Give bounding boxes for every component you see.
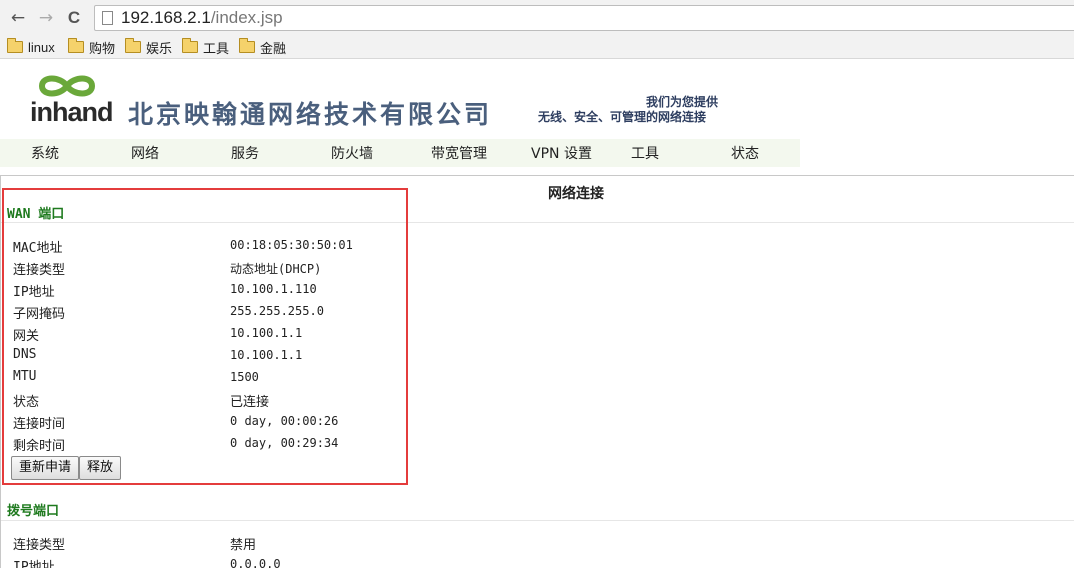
dialup-label-conn-type: 连接类型 (13, 538, 66, 553)
slogan-line-2: 无线、安全、可管理的网络连接 (538, 110, 707, 124)
menu-services[interactable]: 服务 (231, 143, 259, 163)
dialup-value-conn-type: 禁用 (230, 538, 257, 553)
divider (1, 520, 1074, 521)
bookmark-label: 娱乐 (146, 40, 173, 56)
url-host: 192.168.2.1 (121, 8, 211, 27)
folder-icon (68, 38, 84, 53)
url-path: /index.jsp (210, 8, 283, 27)
wan-value-remaining-time: 0 day, 00:29:34 (230, 436, 339, 450)
wan-label-conn-time: 连接时间 (13, 417, 66, 432)
bookmark-entertainment[interactable]: 娱乐 (125, 38, 172, 56)
wan-value-conn-time: 0 day, 00:00:26 (230, 414, 339, 428)
address-bar[interactable]: 192.168.2.1/index.jsp (94, 5, 1074, 31)
bookmark-linux[interactable]: linux (7, 38, 55, 56)
wan-label-remaining-time: 剩余时间 (13, 439, 66, 454)
folder-icon (239, 38, 255, 53)
menu-tools[interactable]: 工具 (631, 143, 659, 163)
bookmark-shopping[interactable]: 购物 (68, 38, 115, 56)
reload-icon[interactable]: C (64, 8, 84, 28)
wan-label-dns: DNS (13, 347, 37, 362)
bookmarks-bar: linux 购物 娱乐 工具 金融 (0, 35, 1074, 59)
dialup-label-ip: IP地址 (13, 560, 55, 568)
renew-button[interactable]: 重新申请 (11, 456, 80, 480)
bookmark-label: 工具 (203, 40, 230, 56)
wan-label-mac: MAC地址 (13, 241, 63, 256)
bookmark-finance[interactable]: 金融 (239, 38, 286, 56)
content-panel: 网络连接 WAN 端口 MAC地址 00:18:05:30:50:01 连接类型… (0, 175, 1074, 568)
wan-label-conn-type: 连接类型 (13, 263, 66, 278)
back-arrow-icon[interactable]: ← (8, 8, 28, 28)
wan-label-ip: IP地址 (13, 285, 55, 300)
wan-value-dns: 10.100.1.1 (230, 348, 303, 362)
bookmark-label: 金融 (260, 40, 287, 56)
menu-bandwidth[interactable]: 带宽管理 (431, 143, 487, 163)
forward-arrow-icon[interactable]: → (36, 8, 56, 28)
menu-system[interactable]: 系统 (31, 143, 59, 163)
menu-status[interactable]: 状态 (731, 143, 759, 163)
wan-value-mac: 00:18:05:30:50:01 (230, 238, 353, 252)
wan-label-netmask: 子网掩码 (13, 307, 66, 322)
url-text: 192.168.2.1/index.jsp (121, 8, 283, 28)
bookmark-label: linux (28, 39, 55, 55)
wan-label-mtu: MTU (13, 369, 37, 384)
page-icon (102, 11, 113, 25)
company-logo: inhand (30, 72, 113, 132)
menu-network[interactable]: 网络 (131, 143, 159, 163)
dialup-section-title: 拨号端口 (7, 504, 60, 519)
wan-label-gateway: 网关 (13, 329, 40, 344)
wan-value-mtu: 1500 (230, 370, 259, 384)
folder-icon (125, 38, 141, 53)
main-menu: 系统 网络 服务 防火墙 带宽管理 VPN 设置 工具 状态 (0, 139, 800, 167)
wan-value-netmask: 255.255.255.0 (230, 304, 324, 318)
wan-value-gateway: 10.100.1.1 (230, 326, 303, 340)
folder-icon (182, 38, 198, 53)
browser-toolbar: ← → C 192.168.2.1/index.jsp (0, 0, 1074, 35)
wan-value-conn-type: 动态地址(DHCP) (230, 262, 322, 276)
menu-firewall[interactable]: 防火墙 (331, 143, 373, 163)
wan-label-status: 状态 (13, 395, 40, 410)
menu-vpn[interactable]: VPN 设置 (531, 143, 592, 163)
folder-icon (7, 38, 23, 53)
logo-mark-icon (38, 75, 96, 97)
bookmark-label: 购物 (89, 40, 116, 56)
release-button[interactable]: 释放 (79, 456, 122, 480)
dialup-value-ip: 0.0.0.0 (230, 557, 281, 568)
bookmark-tools[interactable]: 工具 (182, 38, 229, 56)
divider (1, 222, 1074, 223)
company-name: 北京映翰通网络技术有限公司 (128, 100, 493, 129)
page-title: 网络连接 (548, 186, 604, 202)
wan-value-status: 已连接 (230, 395, 270, 410)
wan-section-title: WAN 端口 (7, 207, 65, 222)
wan-value-ip: 10.100.1.110 (230, 282, 317, 296)
logo-text: inhand (30, 97, 113, 127)
